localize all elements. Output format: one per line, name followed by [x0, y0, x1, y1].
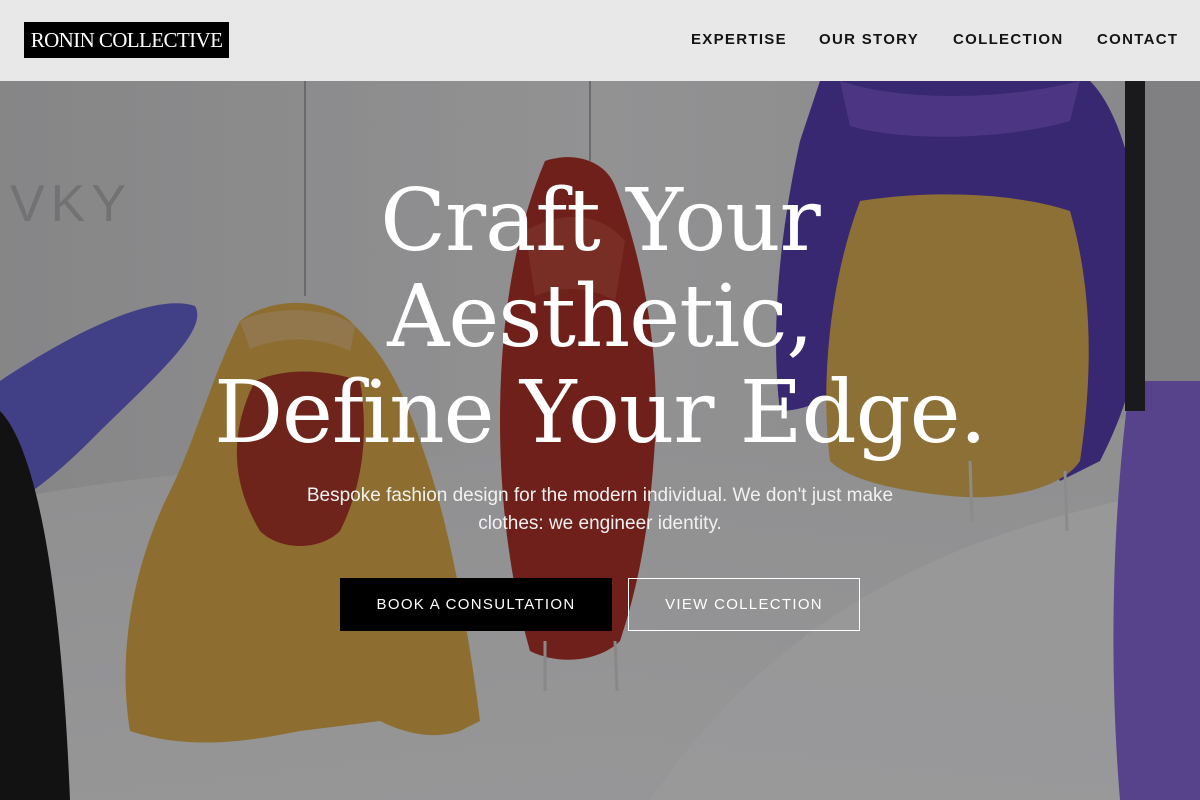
hero-headline-line-3: Define Your Edge. [214, 363, 987, 463]
hero-subtitle: Bespoke fashion design for the modern in… [306, 485, 894, 534]
brand-logo[interactable]: RONIN COLLECTIVE [24, 22, 229, 58]
hero-headline: Craft Your Aesthetic, Define Your Edge. [0, 173, 1200, 461]
nav-link-collection[interactable]: COLLECTION [953, 31, 1064, 48]
site-header: RONIN COLLECTIVE EXPERTISE OUR STORY COL… [0, 0, 1200, 81]
hero-headline-line-2: Aesthetic, [387, 267, 814, 367]
nav-link-our-story[interactable]: OUR STORY [819, 31, 919, 48]
nav-link-expertise[interactable]: EXPERTISE [691, 31, 787, 48]
hero-section: VKY Craft Your Aesthetic, Define Your Ed… [0, 81, 1200, 800]
hero-headline-line-1: Craft Your [380, 171, 820, 271]
nav-link-contact[interactable]: CONTACT [1097, 31, 1178, 48]
view-collection-button[interactable]: VIEW COLLECTION [628, 578, 860, 631]
book-consultation-button[interactable]: BOOK A CONSULTATION [340, 578, 612, 631]
